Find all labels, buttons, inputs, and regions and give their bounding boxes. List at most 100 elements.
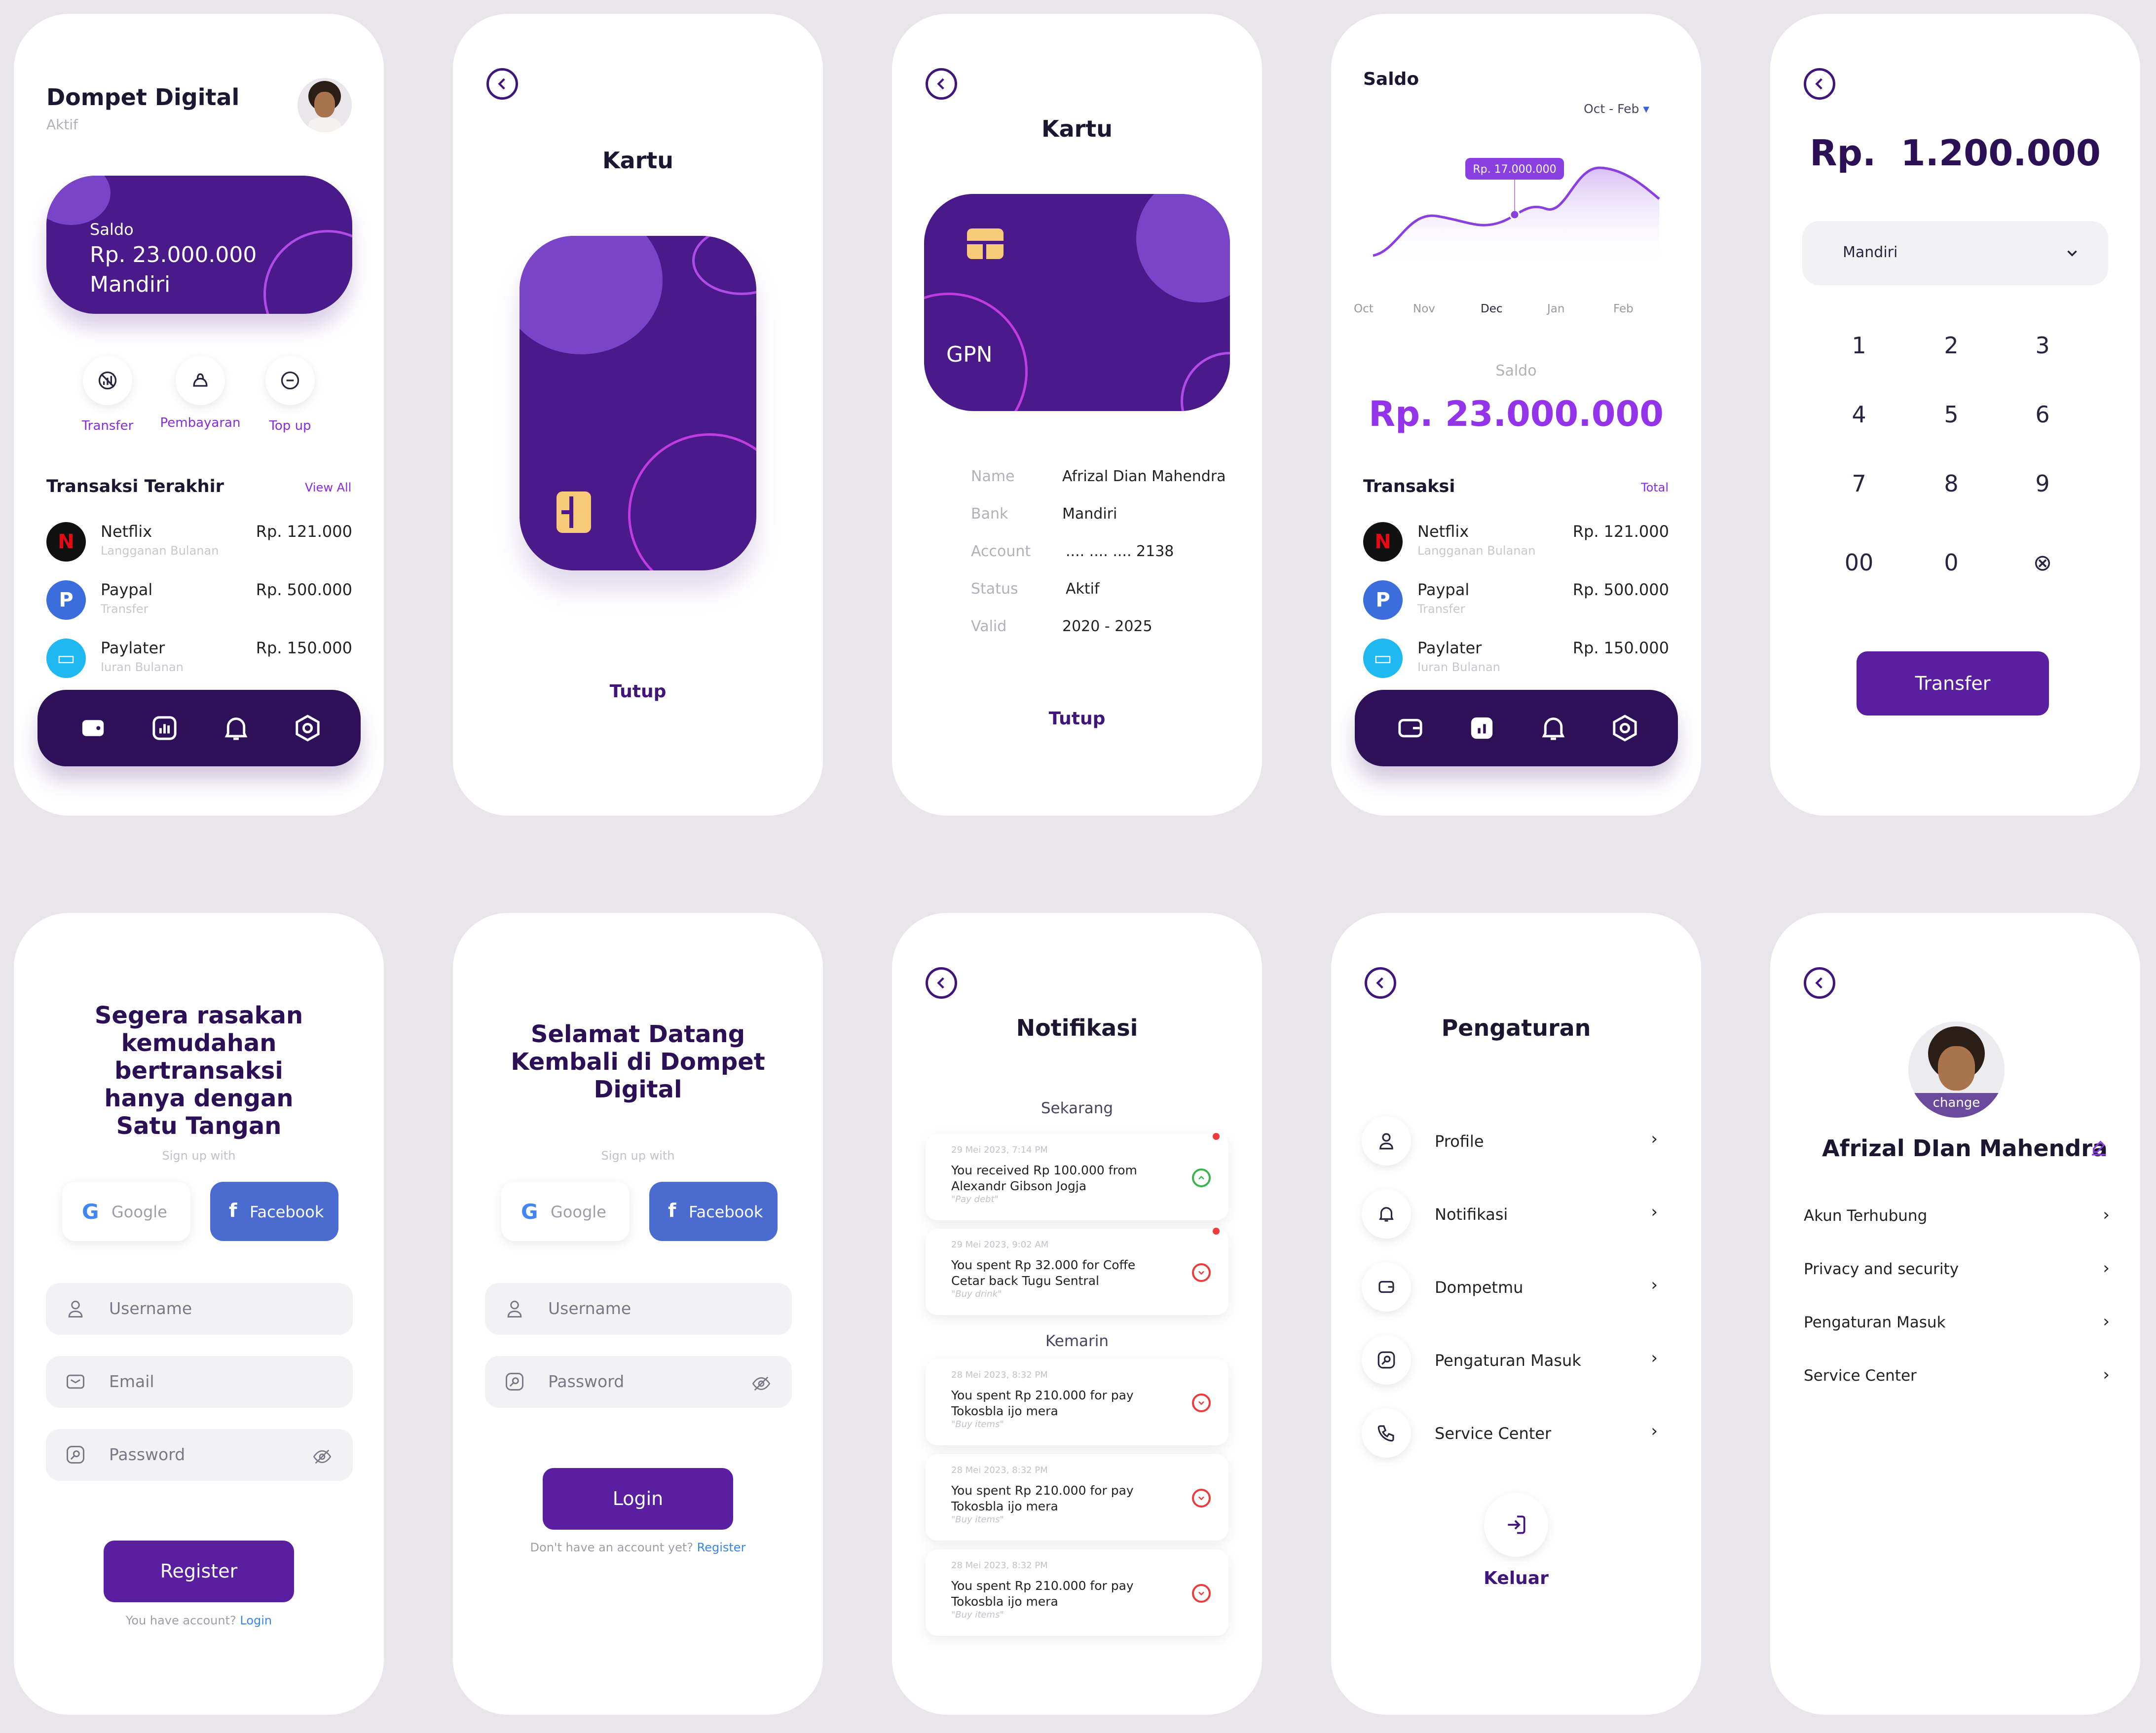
keypad-delete-icon[interactable]: ⊗ (2013, 549, 2072, 576)
keypad-key[interactable]: 9 (2013, 470, 2072, 497)
signup-with-label: Sign up with (162, 1149, 236, 1163)
transaction-row[interactable]: ▭ Paylater Iuran Bulanan Rp. 150.000 (46, 639, 352, 693)
back-button[interactable] (1365, 967, 1396, 999)
facebook-button[interactable]: f Facebook (210, 1182, 338, 1241)
keypad-key[interactable]: 4 (1829, 401, 1889, 428)
back-button[interactable] (486, 68, 518, 100)
topup-label[interactable]: Top up (241, 418, 339, 433)
profile-avatar[interactable]: change (1908, 1021, 2005, 1118)
range-select[interactable]: Oct - Feb ▾ (1584, 102, 1649, 116)
eye-off-icon[interactable] (751, 1374, 771, 1394)
back-button[interactable] (926, 967, 957, 999)
email-field[interactable]: Email (46, 1356, 353, 1408)
keypad-key[interactable]: 1 (1829, 332, 1889, 359)
keypad-key[interactable]: 2 (1922, 332, 1981, 359)
back-button[interactable] (1804, 967, 1835, 999)
field-label: Bank (971, 505, 1008, 523)
tooltip-text: Rp. 17.000.000 (1473, 163, 1556, 176)
nav-stats[interactable] (1466, 712, 1498, 744)
settings-item-login-settings[interactable]: Pengaturan Masuk › (1362, 1335, 1668, 1385)
transfer-button[interactable] (83, 356, 132, 405)
chevron-right-icon: › (1651, 1275, 1658, 1295)
settings-item-service-center[interactable]: Service Center › (1362, 1408, 1668, 1458)
nav-wallet[interactable] (77, 712, 109, 744)
chevron-left-icon (1815, 78, 1822, 90)
password-field[interactable]: Password (485, 1356, 792, 1408)
keypad-key[interactable]: 3 (2013, 332, 2072, 359)
transaction-row[interactable]: ▭ Paylater Iuran Bulanan Rp. 150.000 (1363, 639, 1669, 693)
bank-select[interactable]: Mandiri (1802, 221, 2108, 285)
login-button[interactable]: Login (543, 1468, 733, 1530)
password-field[interactable]: Password (46, 1429, 353, 1481)
keypad-key[interactable]: 6 (2013, 401, 2072, 428)
username-field[interactable]: Username (485, 1283, 792, 1335)
card-visual[interactable] (520, 236, 756, 570)
balance-label: Saldo (1495, 362, 1537, 379)
transaction-row[interactable]: N Netflix Langganan Bulanan Rp. 121.000 (1363, 522, 1669, 576)
payment-label[interactable]: Pembayaran (151, 415, 250, 430)
logout-label[interactable]: Keluar (1331, 1568, 1701, 1588)
settings-screen: Pengaturan Profile › Notifikasi › Dompet… (1331, 913, 1701, 1715)
notification-item[interactable]: 28 Mei 2023, 8:32 PM You spent Rp 210.00… (926, 1359, 1228, 1445)
headline: Selamat Datang Kembali di Dompet Digital (511, 1020, 765, 1103)
register-button[interactable]: Register (104, 1541, 294, 1602)
notification-item[interactable]: 29 Mei 2023, 9:02 AM You spent Rp 32.000… (926, 1228, 1228, 1315)
avatar[interactable] (297, 78, 352, 132)
nav-settings[interactable] (1609, 712, 1641, 744)
notification-time: 28 Mei 2023, 8:32 PM (951, 1560, 1048, 1571)
close-button[interactable]: Tutup (453, 681, 823, 702)
topup-button[interactable] (265, 356, 315, 405)
nav-wallet[interactable] (1394, 712, 1426, 744)
keypad-key[interactable]: 5 (1922, 401, 1981, 428)
login-link[interactable]: Login (240, 1614, 272, 1627)
nav-stats[interactable] (149, 712, 181, 744)
settings-item-profile[interactable]: Profile › (1362, 1116, 1668, 1166)
email-placeholder: Email (109, 1372, 154, 1391)
notification-item[interactable]: 28 Mei 2023, 8:32 PM You spent Rp 210.00… (926, 1454, 1228, 1541)
username-field[interactable]: Username (46, 1283, 353, 1335)
keypad-key[interactable]: 0 (1922, 549, 1981, 576)
chart-point-highlight[interactable] (1509, 209, 1520, 220)
view-all-link[interactable]: View All (305, 481, 351, 494)
back-button[interactable] (1804, 68, 1835, 100)
nav-notifications[interactable] (1537, 712, 1569, 744)
transaction-row[interactable]: P Paypal Transfer Rp. 500.000 (1363, 580, 1669, 635)
settings-item-wallet[interactable]: Dompetmu › (1362, 1262, 1668, 1312)
gear-icon (296, 715, 320, 742)
transaction-row[interactable]: P Paypal Transfer Rp. 500.000 (46, 580, 352, 635)
google-button[interactable]: G Google (62, 1182, 190, 1241)
notification-note: "Buy items" (951, 1610, 1004, 1620)
notification-item[interactable]: 28 Mei 2023, 8:32 PM You spent Rp 210.00… (926, 1549, 1228, 1636)
card-decor (628, 433, 756, 570)
settings-item-notifications[interactable]: Notifikasi › (1362, 1189, 1668, 1239)
transfer-label[interactable]: Transfer (58, 418, 157, 433)
transaction-amount: Rp. 150.000 (1572, 639, 1669, 657)
nav-notifications[interactable] (220, 712, 252, 744)
total-link[interactable]: Total (1641, 481, 1669, 494)
balance-card[interactable]: Saldo Rp. 23.000.000 Mandiri (46, 176, 352, 314)
logout-button[interactable] (1484, 1493, 1548, 1557)
card-visual[interactable]: GPN (924, 194, 1230, 411)
keypad-key[interactable]: 8 (1922, 470, 1981, 497)
transfer-button[interactable]: Transfer (1857, 651, 2049, 716)
keypad-key[interactable]: 00 (1829, 549, 1889, 576)
transaction-row[interactable]: N Netflix Langganan Bulanan Rp. 121.000 (46, 522, 352, 576)
register-link[interactable]: Register (697, 1541, 746, 1554)
caret-down-icon: ▾ (1643, 102, 1649, 116)
notification-item[interactable]: 29 Mei 2023, 7:14 PM You received Rp 100… (926, 1133, 1228, 1220)
keypad-key[interactable]: 7 (1829, 470, 1889, 497)
x-axis: Oct Nov Dec Jan Feb (1354, 302, 1676, 322)
nav-settings[interactable] (292, 712, 324, 744)
notification-message: You spent Rp 210.000 for pay Tokosbla ij… (951, 1579, 1134, 1609)
eye-off-icon[interactable] (312, 1447, 332, 1467)
payment-button[interactable] (176, 356, 225, 405)
facebook-button[interactable]: f Facebook (649, 1182, 778, 1241)
back-button[interactable] (926, 68, 957, 100)
close-button[interactable]: Tutup (892, 709, 1262, 729)
edit-icon[interactable] (2088, 1137, 2109, 1158)
balance-chart: Rp. 17.000.000 (1373, 158, 1660, 265)
home-screen: Dompet Digital Aktif Saldo Rp. 23.000.00… (14, 14, 384, 816)
google-button[interactable]: G Google (501, 1182, 630, 1241)
page-title: Kartu (602, 147, 674, 174)
change-photo-label[interactable]: change (1908, 1095, 2005, 1110)
